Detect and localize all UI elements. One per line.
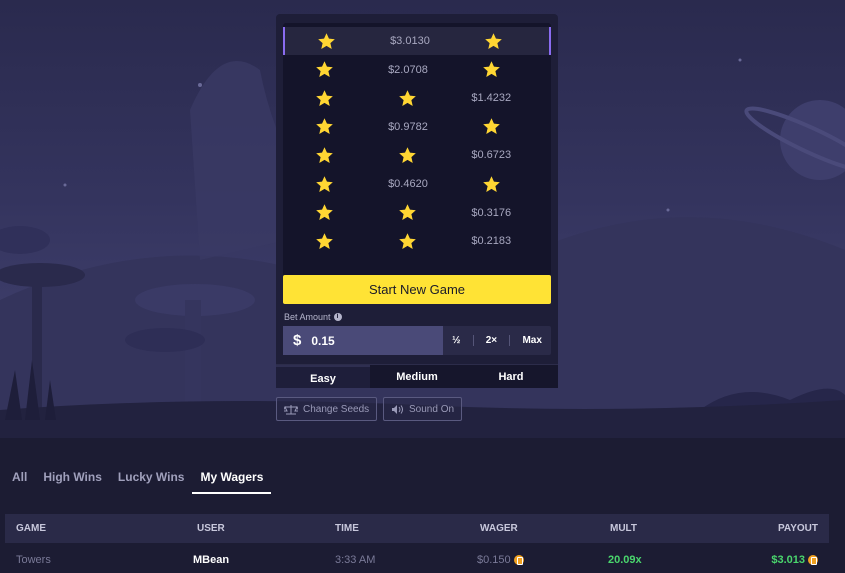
star-icon[interactable] [366,84,449,112]
column-user: USER [197,523,225,534]
towers-game-panel: $3.0130 $2.0708 $1.4232 $0.9782 $0.6723 $0.46… [276,14,558,388]
max-bet-button[interactable]: Max [516,335,547,346]
row-payout: $3.013 [771,553,805,566]
star-icon[interactable] [283,113,366,141]
column-wager: WAGER [480,523,518,534]
change-seeds-button[interactable]: Change Seeds [276,397,378,421]
tab-my-wagers[interactable]: My Wagers [192,470,272,494]
wager-tabs: All High Wins Lucky Wins My Wagers [12,470,279,494]
change-seeds-label: Change Seeds [303,403,370,415]
info-icon[interactable]: i [333,313,342,321]
coin-icon [513,554,524,565]
tab-high-wins[interactable]: High Wins [43,470,110,494]
tile-value[interactable]: $1.4232 [450,84,533,112]
star-icon[interactable] [450,113,533,141]
tower-row: $0.3176 [283,199,551,227]
double-bet-button[interactable]: 2× [480,335,503,346]
tile-value[interactable]: $0.4620 [366,170,449,198]
bet-amount-label: Bet Amount [284,312,331,322]
tower-row: $2.0708 [283,56,551,84]
table-row[interactable]: Towers MBean 3:33 AM $0.150 20.09x $3.01… [5,546,829,573]
star-icon[interactable] [283,141,366,169]
star-icon[interactable] [283,170,366,198]
star-icon[interactable] [450,56,533,84]
star-icon[interactable] [285,27,368,55]
bet-amount-input[interactable] [311,333,412,348]
star-icon[interactable] [366,141,449,169]
tab-all[interactable]: All [12,470,35,494]
divider [472,335,474,346]
wagers-section: All High Wins Lucky Wins My Wagers GAME … [0,438,845,573]
difficulty-easy[interactable]: Easy [276,365,370,388]
tile-value[interactable]: $3.0130 [368,27,451,55]
tile-value[interactable]: $0.6723 [450,141,533,169]
star-icon[interactable] [283,199,366,227]
tower-row: $1.4232 [283,84,551,112]
star-icon[interactable] [366,199,449,227]
star-icon[interactable] [450,170,533,198]
tab-lucky-wins[interactable]: Lucky Wins [118,470,193,494]
speaker-icon [392,404,403,414]
star-icon[interactable] [452,27,535,55]
scale-icon [284,404,298,414]
bet-modifier-buttons: ½ 2× Max [443,326,551,355]
star-icon[interactable] [366,227,449,255]
coin-icon [808,554,818,565]
tile-value[interactable]: $0.3176 [450,199,533,227]
column-mult: MULT [610,523,638,534]
tile-value[interactable]: $2.0708 [366,56,449,84]
tile-value[interactable]: $0.2183 [450,227,533,255]
sound-toggle-button[interactable]: Sound On [383,397,463,421]
half-bet-button[interactable]: ½ [446,335,466,346]
tower-row: $0.6723 [283,141,551,169]
tower-row: $0.9782 [283,113,551,141]
bet-amount-row: $ ½ 2× Max [283,326,551,355]
bet-amount-label-wrap: Bet Amount i [284,312,342,322]
tower-row: $0.2183 [283,227,551,255]
row-game: Towers [16,553,51,566]
row-wager: $0.150 [477,553,511,566]
row-user[interactable]: MBean [185,554,335,566]
sound-label: Sound On [409,403,455,415]
tile-value[interactable]: $0.9782 [366,113,449,141]
row-mult: 20.09x [608,553,642,566]
row-payout-cell: $3.013 [723,554,829,566]
difficulty-selector: Easy Medium Hard [276,364,558,388]
tower-grid: $3.0130 $2.0708 $1.4232 $0.9782 $0.6723 $0.46… [283,23,551,278]
star-icon[interactable] [283,84,366,112]
start-new-game-button[interactable]: Start New Game [283,275,551,304]
row-wager-cell: $0.150 [465,554,608,566]
column-game: GAME [16,523,46,534]
column-payout: PAYOUT [777,523,818,534]
wagers-table-header: GAME USER TIME WAGER MULT PAYOUT [5,514,829,543]
dollar-icon: $ [293,332,302,349]
row-time: 3:33 AM [335,553,376,566]
divider [509,335,511,346]
column-time: TIME [335,523,359,534]
bet-input-wrap: $ [283,326,443,355]
difficulty-medium[interactable]: Medium [370,365,464,388]
tower-row: $3.0130 [283,27,551,55]
star-icon[interactable] [283,56,366,84]
star-icon[interactable] [283,227,366,255]
difficulty-hard[interactable]: Hard [464,365,558,388]
tower-row: $0.4620 [283,170,551,198]
